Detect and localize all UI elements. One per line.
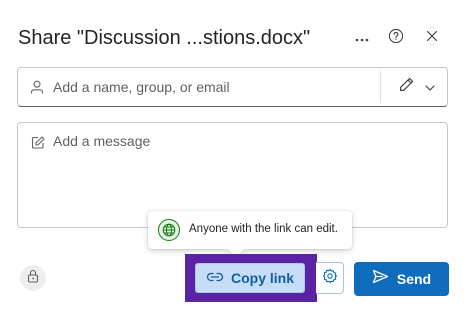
- permission-dropdown[interactable]: [388, 72, 444, 102]
- compose-icon: [31, 136, 45, 154]
- more-horizontal-icon: [355, 29, 369, 47]
- person-icon: [30, 80, 44, 100]
- more-options-button[interactable]: [352, 28, 372, 48]
- send-label: Send: [396, 271, 432, 287]
- send-icon: [372, 269, 389, 289]
- gear-icon: [322, 268, 338, 289]
- people-input[interactable]: [53, 68, 373, 106]
- pencil-icon: [398, 76, 415, 98]
- link-settings-tooltip: Anyone with the link can edit.: [148, 211, 352, 258]
- dialog-title: Share "Discussion ...stions.docx": [18, 27, 311, 49]
- globe-icon: [158, 219, 180, 241]
- tooltip-text: Anyone with the link can edit.: [189, 223, 338, 235]
- chevron-down-icon: [424, 78, 435, 96]
- help-button[interactable]: [386, 28, 406, 48]
- help-circle-icon: [388, 28, 404, 49]
- link-icon: [206, 269, 224, 287]
- lock-button[interactable]: [20, 265, 46, 291]
- divider: [380, 71, 381, 103]
- copy-link-label: Copy link: [230, 270, 294, 286]
- link-settings-button[interactable]: [316, 262, 344, 294]
- copy-link-button[interactable]: Copy link: [195, 263, 305, 293]
- message-input[interactable]: [53, 133, 433, 213]
- close-button[interactable]: [422, 28, 442, 48]
- people-picker: [17, 67, 448, 107]
- lock-icon: [27, 269, 39, 288]
- send-button[interactable]: Send: [354, 262, 449, 296]
- close-icon: [426, 29, 438, 47]
